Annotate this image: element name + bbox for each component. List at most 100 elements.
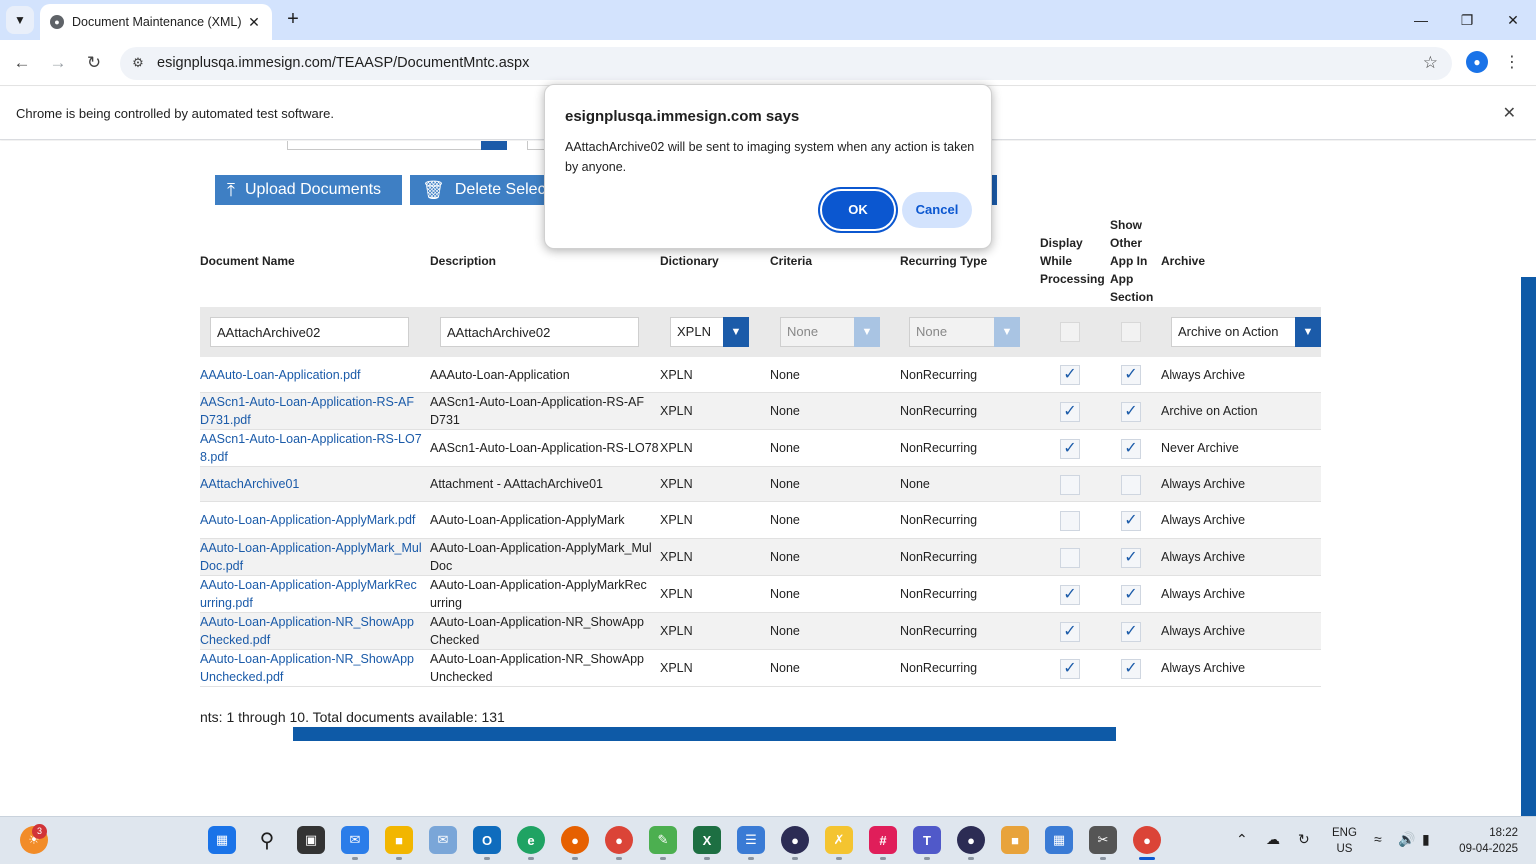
back-icon[interactable]: ←: [10, 51, 34, 75]
restore-icon[interactable]: ❐: [1444, 8, 1490, 32]
eclipse-icon[interactable]: ●: [781, 826, 809, 854]
show-app-checkbox[interactable]: ✓: [1121, 548, 1141, 568]
header-dictionary[interactable]: Dictionary: [660, 252, 719, 270]
document-name-link[interactable]: AAttachArchive01: [200, 476, 299, 494]
document-name-link[interactable]: AAAuto-Loan-Application.pdf: [200, 367, 361, 385]
display-checkbox[interactable]: ✓: [1060, 585, 1080, 605]
table-row[interactable]: AAScn1-Auto-Loan-Application-RS-AFD731.p…: [200, 393, 1321, 430]
bookmark-star-icon[interactable]: ☆: [1423, 53, 1438, 73]
firefox-icon[interactable]: ●: [561, 826, 589, 854]
delete-selected-button[interactable]: 🗑 Delete Selected: [410, 175, 544, 205]
battery-icon[interactable]: ▮: [1422, 831, 1430, 848]
volume-icon[interactable]: 🔊: [1398, 831, 1415, 848]
file-explorer-icon[interactable]: ■: [385, 826, 413, 854]
show-app-checkbox[interactable]: ✓: [1121, 475, 1141, 495]
header-criteria[interactable]: Criteria: [770, 252, 812, 270]
header-recurring-type[interactable]: Recurring Type: [900, 252, 987, 270]
paint-icon[interactable]: ✎: [649, 826, 677, 854]
close-tab-icon[interactable]: ✕: [244, 14, 264, 31]
table-row[interactable]: AAuto-Loan-Application-ApplyMark.pdf AAut…: [200, 502, 1321, 539]
task-view-icon[interactable]: ▣: [297, 826, 325, 854]
filter-show-checkbox[interactable]: [1121, 322, 1141, 342]
close-window-icon[interactable]: ✕: [1490, 8, 1536, 32]
outlook-icon[interactable]: O: [473, 826, 501, 854]
notepad-icon[interactable]: ☰: [737, 826, 765, 854]
header-archive[interactable]: Archive: [1161, 252, 1205, 270]
header-show-other-app[interactable]: Show Other App In App Section: [1110, 216, 1158, 306]
partial-dropdown-button[interactable]: [481, 141, 507, 150]
cancel-button[interactable]: Cancel: [902, 192, 972, 228]
show-app-checkbox[interactable]: ✓: [1121, 659, 1141, 679]
chevron-up-icon[interactable]: ⌃: [1236, 831, 1248, 848]
slack-icon[interactable]: #: [869, 826, 897, 854]
onedrive-icon[interactable]: ☁: [1266, 831, 1280, 848]
filter-dictionary-select[interactable]: XPLN ▼: [670, 317, 749, 347]
language-indicator[interactable]: ENG US: [1332, 825, 1357, 857]
table-row[interactable]: AAuto-Loan-Application-ApplyMark_MulDoc.…: [200, 539, 1321, 576]
show-app-checkbox[interactable]: ✓: [1121, 622, 1141, 642]
filter-document-name-input[interactable]: [210, 317, 409, 347]
forward-icon[interactable]: →: [46, 51, 70, 75]
chevron-down-icon[interactable]: ▼: [1295, 317, 1321, 347]
edge-icon[interactable]: e: [517, 826, 545, 854]
reload-icon[interactable]: ↻: [82, 51, 106, 75]
chrome-active-icon[interactable]: ●: [1133, 826, 1161, 854]
display-checkbox[interactable]: ✓: [1060, 622, 1080, 642]
table-row[interactable]: AAAuto-Loan-Application.pdf AAAuto-Loan-A…: [200, 357, 1321, 393]
document-name-link[interactable]: AAScn1-Auto-Loan-Application-RS-LO78.pdf: [200, 431, 422, 466]
filter-archive-select[interactable]: Archive on Action ▼: [1171, 317, 1321, 347]
display-checkbox[interactable]: ✓: [1060, 439, 1080, 459]
site-info-icon[interactable]: ⚙: [128, 53, 148, 73]
table-row[interactable]: AAScn1-Auto-Loan-Application-RS-LO78.pdf…: [200, 430, 1321, 467]
app-icon[interactable]: ■: [1001, 826, 1029, 854]
infobar-close-icon[interactable]: ✕: [1503, 103, 1516, 123]
table-row[interactable]: AAuto-Loan-Application-ApplyMarkRecurrin…: [200, 576, 1321, 613]
excel-icon[interactable]: X: [693, 826, 721, 854]
header-display-while-processing[interactable]: Display While Processing: [1040, 234, 1106, 288]
document-name-link[interactable]: AAuto-Loan-Application-ApplyMarkRecurrin…: [200, 577, 422, 612]
display-checkbox[interactable]: ✓: [1060, 402, 1080, 422]
table-row[interactable]: AAuto-Loan-Application-NR_ShowAppUncheck…: [200, 650, 1321, 687]
tab-search-icon[interactable]: ▼: [6, 6, 34, 34]
minimize-icon[interactable]: —: [1398, 8, 1444, 32]
eclipse-icon-2[interactable]: ●: [957, 826, 985, 854]
chrome-menu-icon[interactable]: ⋮: [1504, 52, 1520, 72]
pager-bar[interactable]: [293, 727, 1116, 741]
chevron-down-icon[interactable]: ▼: [723, 317, 749, 347]
address-bar[interactable]: ⚙ esignplusqa.immesign.com/TEAASP/Docume…: [120, 47, 1452, 80]
upload-documents-button[interactable]: ⤒ Upload Documents: [215, 175, 402, 205]
document-name-link[interactable]: AAuto-Loan-Application-NR_ShowAppUncheck…: [200, 651, 422, 686]
chat-icon[interactable]: ✉: [341, 826, 369, 854]
document-name-link[interactable]: AAScn1-Auto-Loan-Application-RS-AFD731.p…: [200, 394, 422, 429]
wifi-icon[interactable]: ≈: [1374, 831, 1382, 847]
new-tab-icon[interactable]: +: [282, 8, 304, 32]
document-name-link[interactable]: AAuto-Loan-Application-ApplyMark.pdf: [200, 512, 415, 530]
chrome-icon[interactable]: ●: [605, 826, 633, 854]
filter-description-input[interactable]: [440, 317, 639, 347]
scrollbar[interactable]: [1521, 277, 1536, 816]
show-app-checkbox[interactable]: ✓: [1121, 402, 1141, 422]
show-app-checkbox[interactable]: ✓: [1121, 511, 1141, 531]
search-icon[interactable]: ⚲: [253, 826, 281, 854]
table-row[interactable]: AAuto-Loan-Application-NR_ShowAppChecked…: [200, 613, 1321, 650]
table-row[interactable]: AAttachArchive01 Attachment - AAttachArch…: [200, 467, 1321, 502]
display-checkbox[interactable]: ✓: [1060, 475, 1080, 495]
mail-icon[interactable]: ✉: [429, 826, 457, 854]
browser-tab[interactable]: ● Document Maintenance (XML) ✕: [40, 4, 272, 40]
display-checkbox[interactable]: ✓: [1060, 511, 1080, 531]
display-checkbox[interactable]: ✓: [1060, 659, 1080, 679]
tools-icon[interactable]: ✗: [825, 826, 853, 854]
header-document-name[interactable]: Document Name: [200, 252, 295, 270]
document-name-link[interactable]: AAuto-Loan-Application-ApplyMark_MulDoc.…: [200, 540, 422, 575]
document-name-link[interactable]: AAuto-Loan-Application-NR_ShowAppChecked…: [200, 614, 422, 649]
sync-icon[interactable]: ↻: [1298, 831, 1310, 848]
header-description[interactable]: Description: [430, 252, 496, 270]
display-checkbox[interactable]: ✓: [1060, 548, 1080, 568]
snipping-tool-icon[interactable]: ✂: [1089, 826, 1117, 854]
show-app-checkbox[interactable]: ✓: [1121, 365, 1141, 385]
windows-start-icon[interactable]: ▦: [208, 826, 236, 854]
show-app-checkbox[interactable]: ✓: [1121, 585, 1141, 605]
ok-button[interactable]: OK: [822, 191, 894, 229]
teams-icon[interactable]: T: [913, 826, 941, 854]
display-checkbox[interactable]: ✓: [1060, 365, 1080, 385]
